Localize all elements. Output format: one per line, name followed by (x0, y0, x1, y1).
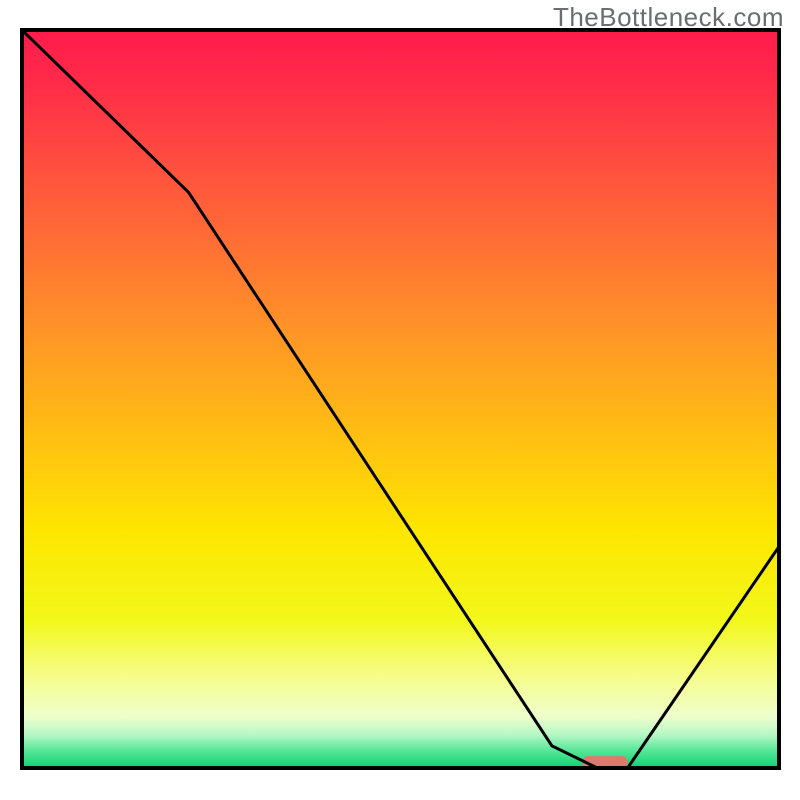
bottleneck-chart (0, 0, 800, 800)
watermark-text: TheBottleneck.com (553, 2, 784, 33)
chart-container: { "watermark": "TheBottleneck.com", "cha… (0, 0, 800, 800)
